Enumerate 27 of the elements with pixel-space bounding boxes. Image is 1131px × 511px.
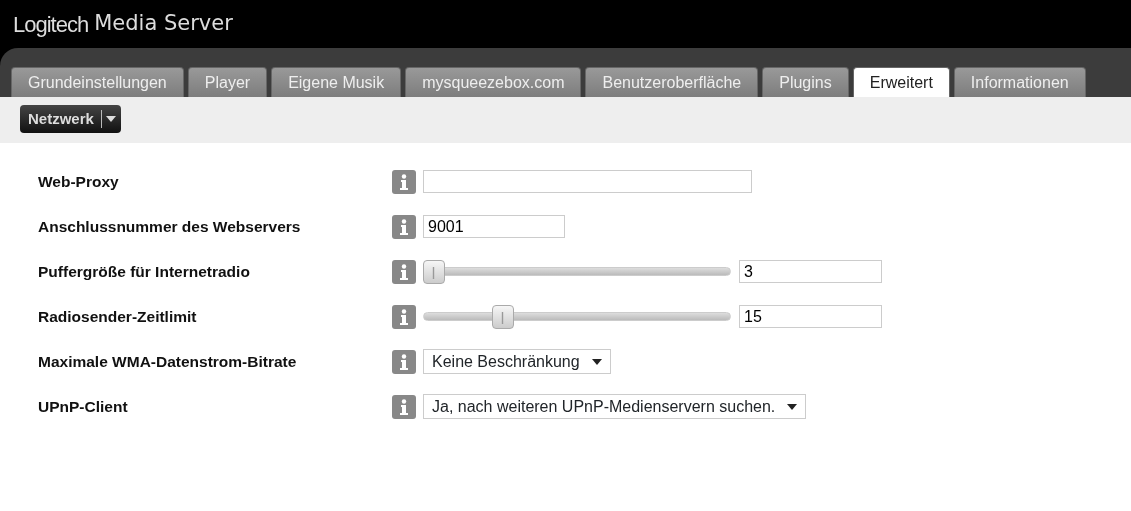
setting-label: Anschlussnummer des Webservers	[37, 216, 302, 237]
info-icon[interactable]	[392, 304, 416, 329]
logo-text: Logitech	[13, 10, 89, 39]
setting-label: Radiosender-Zeitlimit	[37, 306, 198, 327]
caret-icon	[591, 358, 602, 365]
app-title: Media Server	[94, 10, 233, 38]
dropdown[interactable]: Keine Beschränkung	[423, 349, 611, 374]
info-icon[interactable]	[392, 394, 416, 419]
dropdown[interactable]: Ja, nach weiteren UPnP-Medienservern suchen.	[423, 394, 807, 419]
caret-icon	[104, 115, 117, 123]
input-field[interactable]	[423, 170, 752, 193]
setting-label: Puffergröße für Internetradio	[37, 261, 251, 282]
value-field[interactable]: 3	[739, 260, 882, 283]
caret-icon	[787, 403, 798, 410]
setting-label: Web-Proxy	[37, 171, 120, 192]
section-dropdown[interactable]: Netzwerk	[20, 105, 121, 133]
tab[interactable]: Erweitert	[852, 67, 950, 97]
input-field[interactable]: 9001	[423, 215, 565, 238]
slider-thumb[interactable]	[491, 304, 514, 329]
info-icon[interactable]	[392, 214, 416, 239]
setting-label: UPnP-Client	[37, 396, 129, 417]
value-field[interactable]: 15	[739, 305, 882, 328]
info-icon[interactable]	[392, 169, 416, 194]
slider-thumb[interactable]	[423, 259, 445, 284]
setting-label: Maximale WMA-Datenstrom-Bitrate	[37, 351, 298, 372]
info-icon[interactable]	[392, 349, 416, 374]
info-icon[interactable]	[392, 259, 416, 284]
